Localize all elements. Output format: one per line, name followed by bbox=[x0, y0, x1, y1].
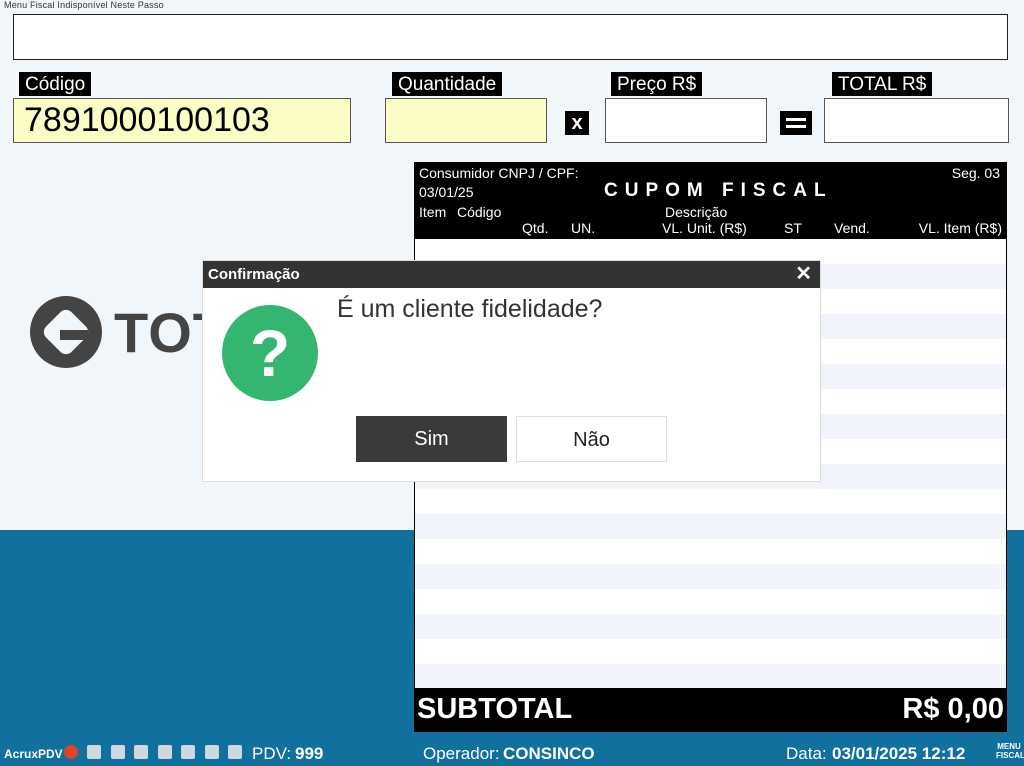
col-qtd: Qtd. bbox=[522, 220, 549, 236]
pdv-label: PDV: bbox=[252, 744, 292, 763]
table-row bbox=[415, 639, 1006, 664]
table-row bbox=[415, 664, 1006, 689]
codigo-value: 7891000100103 bbox=[24, 101, 270, 139]
table-row bbox=[415, 614, 1006, 639]
codigo-label: Código bbox=[19, 72, 92, 96]
codigo-field[interactable]: 7891000100103 bbox=[13, 98, 351, 143]
quantidade-field[interactable] bbox=[385, 98, 547, 143]
yes-button[interactable]: Sim bbox=[356, 416, 507, 462]
equals-sign bbox=[780, 111, 812, 135]
no-button[interactable]: Não bbox=[516, 416, 667, 462]
subtotal-value: R$ 0,00 bbox=[902, 693, 1004, 725]
consumer-label: Consumidor CNPJ / CPF: bbox=[419, 165, 579, 181]
drawer-icon[interactable] bbox=[110, 745, 125, 759]
operador-label: Operador: bbox=[423, 744, 500, 763]
operador-value: CONSINCO bbox=[503, 744, 595, 763]
col-codigo: Código bbox=[457, 204, 502, 220]
col-item: Item bbox=[419, 204, 447, 220]
printer-icon[interactable] bbox=[87, 745, 102, 759]
logo-icon bbox=[64, 745, 78, 759]
multiply-sign: x bbox=[565, 111, 589, 135]
receipt-header: Consumidor CNPJ / CPF: Seg. 03 03/01/25 … bbox=[415, 163, 1006, 239]
receipt-title: CUPOM FISCAL bbox=[604, 180, 833, 201]
dialog-titlebar: Confirmação ✕ bbox=[203, 261, 820, 288]
totvs-logo-icon bbox=[30, 296, 102, 368]
menu-fiscal-line2: FISCAL bbox=[996, 751, 1024, 760]
menu-fiscal-button[interactable]: MENU FISCAL bbox=[996, 742, 1024, 760]
table-row bbox=[415, 489, 1006, 514]
menu-fiscal-caption: Menu Fiscal Indisponível Neste Passo bbox=[4, 0, 164, 10]
total-field[interactable] bbox=[824, 98, 1009, 143]
col-vl-unit: VL. Unit. (R$) bbox=[662, 220, 747, 236]
network-icon[interactable] bbox=[134, 745, 149, 759]
total-label: TOTAL R$ bbox=[832, 72, 933, 96]
keyboard-icon[interactable] bbox=[157, 745, 172, 759]
subtotal-bar: SUBTOTAL R$ 0,00 bbox=[415, 688, 1006, 731]
menu-fiscal-line1: MENU bbox=[997, 742, 1021, 751]
table-row bbox=[415, 514, 1006, 539]
confirmation-dialog: Confirmação ✕ ? É um cliente fidelidade?… bbox=[203, 261, 820, 481]
col-descricao: Descrição bbox=[665, 204, 728, 220]
question-icon: ? bbox=[222, 305, 318, 401]
preco-field[interactable] bbox=[605, 98, 767, 143]
dialog-title: Confirmação bbox=[208, 266, 300, 283]
close-icon[interactable]: ✕ bbox=[795, 261, 812, 288]
app-name: AcruxPDV bbox=[4, 747, 63, 761]
subtotal-label: SUBTOTAL bbox=[417, 693, 573, 725]
col-vend: Vend. bbox=[834, 220, 870, 236]
dialog-message: É um cliente fidelidade? bbox=[337, 295, 603, 323]
table-row bbox=[415, 564, 1006, 589]
pdv-value: 999 bbox=[295, 744, 324, 763]
preco-label: Preço R$ bbox=[611, 72, 703, 96]
data-value: 03/01/2025 12:12 bbox=[832, 744, 966, 763]
sequence-label: Seg. 03 bbox=[951, 165, 1000, 181]
col-st: ST bbox=[784, 220, 802, 236]
data-label: Data: bbox=[786, 744, 827, 763]
quantidade-label: Quantidade bbox=[392, 72, 503, 96]
table-row bbox=[415, 589, 1006, 614]
scale-icon[interactable] bbox=[181, 745, 196, 759]
col-un: UN. bbox=[571, 220, 596, 236]
message-bar bbox=[13, 14, 1008, 60]
system-tray-icons bbox=[64, 745, 247, 761]
col-vl-item: VL. Item (R$) bbox=[918, 220, 1002, 236]
receipt-date: 03/01/25 bbox=[419, 184, 474, 200]
display-icon[interactable] bbox=[228, 745, 243, 759]
table-row bbox=[415, 539, 1006, 564]
user-icon[interactable] bbox=[204, 745, 219, 759]
